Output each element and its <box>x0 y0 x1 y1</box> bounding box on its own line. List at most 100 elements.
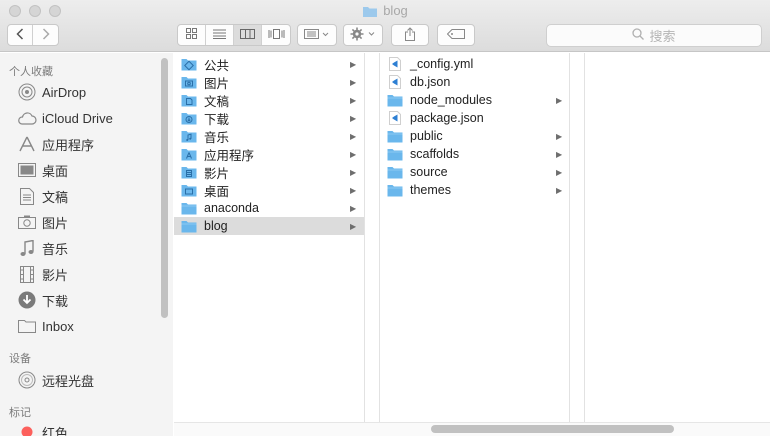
disclosure-arrow-icon: ▶ <box>556 149 563 159</box>
folder-icon <box>386 129 404 143</box>
disclosure-arrow-icon: ▶ <box>350 131 357 141</box>
list-item-label: blog <box>204 219 228 233</box>
forward-button[interactable] <box>33 25 58 45</box>
disclosure-arrow-icon: ▶ <box>350 77 357 87</box>
cover-flow-button[interactable] <box>262 25 290 45</box>
group-button[interactable] <box>297 24 337 46</box>
folder-icon <box>386 147 404 161</box>
sidebar-item-applications[interactable]: 应用程序 <box>17 133 94 155</box>
share-icon <box>404 26 416 44</box>
list-item[interactable]: anaconda ▶ <box>174 199 364 217</box>
sidebar-item-label: 桌面 <box>42 163 69 179</box>
list-item[interactable]: _config.yml <box>380 55 569 73</box>
list-item[interactable]: themes ▶ <box>380 181 569 199</box>
sidebar-item-music[interactable]: 音乐 <box>17 237 68 259</box>
list-item[interactable]: 桌面 ▶ <box>174 181 364 199</box>
share-button[interactable] <box>391 24 429 46</box>
folder-icon <box>362 5 378 22</box>
sidebar-item-remote-disc[interactable]: 远程光盘 <box>17 369 94 391</box>
sidebar-item-label: Inbox <box>42 318 74 334</box>
disclosure-arrow-icon: ▶ <box>350 203 357 213</box>
list-item[interactable]: node_modules ▶ <box>380 91 569 109</box>
sidebar-scrollbar[interactable] <box>161 58 168 318</box>
vscode-file-icon <box>386 57 404 71</box>
sidebar-item-tag-red[interactable]: 红色 <box>17 421 68 436</box>
sidebar-item-airdrop[interactable]: AirDrop <box>17 81 86 103</box>
sidebar-item-documents[interactable]: 文稿 <box>17 185 68 207</box>
list-item-label: 文稿 <box>204 94 230 109</box>
list-item-label: 桌面 <box>204 184 230 199</box>
column-view-button[interactable] <box>234 25 263 45</box>
list-item[interactable]: 音乐 ▶ <box>174 127 364 145</box>
list-item[interactable]: 图片 ▶ <box>174 73 364 91</box>
list-item-label: package.json <box>410 111 484 125</box>
sidebar-item-pictures[interactable]: 图片 <box>17 211 68 233</box>
list-item[interactable]: 文稿 ▶ <box>174 91 364 109</box>
back-button[interactable] <box>8 25 34 45</box>
list-item-selected[interactable]: blog ▶ <box>174 217 364 235</box>
cloud-icon <box>17 109 37 127</box>
list-item[interactable]: package.json <box>380 109 569 127</box>
column-view-icon <box>240 28 256 42</box>
sidebar: 个人收藏 AirDrop iCloud Drive 应用程序 桌面 文稿 图片 … <box>0 53 173 436</box>
list-item[interactable]: source ▶ <box>380 163 569 181</box>
list-item[interactable]: scaffolds ▶ <box>380 145 569 163</box>
list-item-label: db.json <box>410 75 451 89</box>
list-item-label: 图片 <box>204 76 230 91</box>
list-item-label: public <box>410 129 443 143</box>
list-item[interactable]: public ▶ <box>380 127 569 145</box>
list-item-label: themes <box>410 183 451 197</box>
folder-icon <box>386 183 404 197</box>
back-icon <box>16 27 24 43</box>
film-icon <box>17 265 37 283</box>
tag-icon <box>446 28 465 42</box>
sidebar-item-downloads[interactable]: 下载 <box>17 289 68 311</box>
applications-folder-icon <box>180 147 198 161</box>
camera-icon <box>17 213 37 231</box>
list-item[interactable]: db.json <box>380 73 569 91</box>
disclosure-arrow-icon: ▶ <box>350 167 357 177</box>
disclosure-arrow-icon: ▶ <box>556 131 563 141</box>
list-item[interactable]: 影片 ▶ <box>174 163 364 181</box>
group-icon <box>304 28 330 42</box>
sidebar-item-movies[interactable]: 影片 <box>17 263 68 285</box>
sidebar-item-icloud-drive[interactable]: iCloud Drive <box>17 107 113 129</box>
disclosure-arrow-icon: ▶ <box>350 149 357 159</box>
disc-icon <box>17 371 37 389</box>
tag-button[interactable] <box>437 24 475 46</box>
public-folder-icon <box>180 57 198 71</box>
tags-header: 标记 <box>9 407 31 419</box>
folder-icon <box>17 317 37 335</box>
window-title: blog <box>0 3 770 22</box>
forward-icon <box>42 27 50 43</box>
list-item[interactable]: 公共 ▶ <box>174 55 364 73</box>
list-item-label: 应用程序 <box>204 148 255 163</box>
download-icon <box>17 291 37 309</box>
sidebar-item-inbox[interactable]: Inbox <box>17 315 74 337</box>
disclosure-arrow-icon: ▶ <box>556 167 563 177</box>
list-item-label: 音乐 <box>204 130 230 145</box>
list-view-icon <box>213 28 227 42</box>
sidebar-item-desktop[interactable]: 桌面 <box>17 159 68 181</box>
list-item-label: node_modules <box>410 93 493 107</box>
list-view-button[interactable] <box>206 25 235 45</box>
disclosure-arrow-icon: ▶ <box>556 95 563 105</box>
devices-header: 设备 <box>9 353 31 365</box>
sidebar-item-label: 影片 <box>42 267 69 283</box>
horizontal-scrollbar-thumb[interactable] <box>431 425 674 433</box>
action-button[interactable] <box>343 24 383 46</box>
list-item[interactable]: 下载 ▶ <box>174 109 364 127</box>
list-item-label: anaconda <box>204 201 259 215</box>
view-mode-control <box>177 24 291 46</box>
desktop-icon <box>17 161 37 179</box>
sidebar-item-label: AirDrop <box>42 84 87 100</box>
icon-view-button[interactable] <box>178 25 207 45</box>
vscode-file-icon <box>386 111 404 125</box>
favorites-header: 个人收藏 <box>9 66 53 78</box>
list-item[interactable]: 应用程序 ▶ <box>174 145 364 163</box>
pictures-folder-icon <box>180 75 198 89</box>
disclosure-arrow-icon: ▶ <box>350 59 357 69</box>
search-field[interactable]: 搜索 <box>546 24 762 47</box>
folder-icon <box>386 165 404 179</box>
folder-icon <box>180 219 198 233</box>
